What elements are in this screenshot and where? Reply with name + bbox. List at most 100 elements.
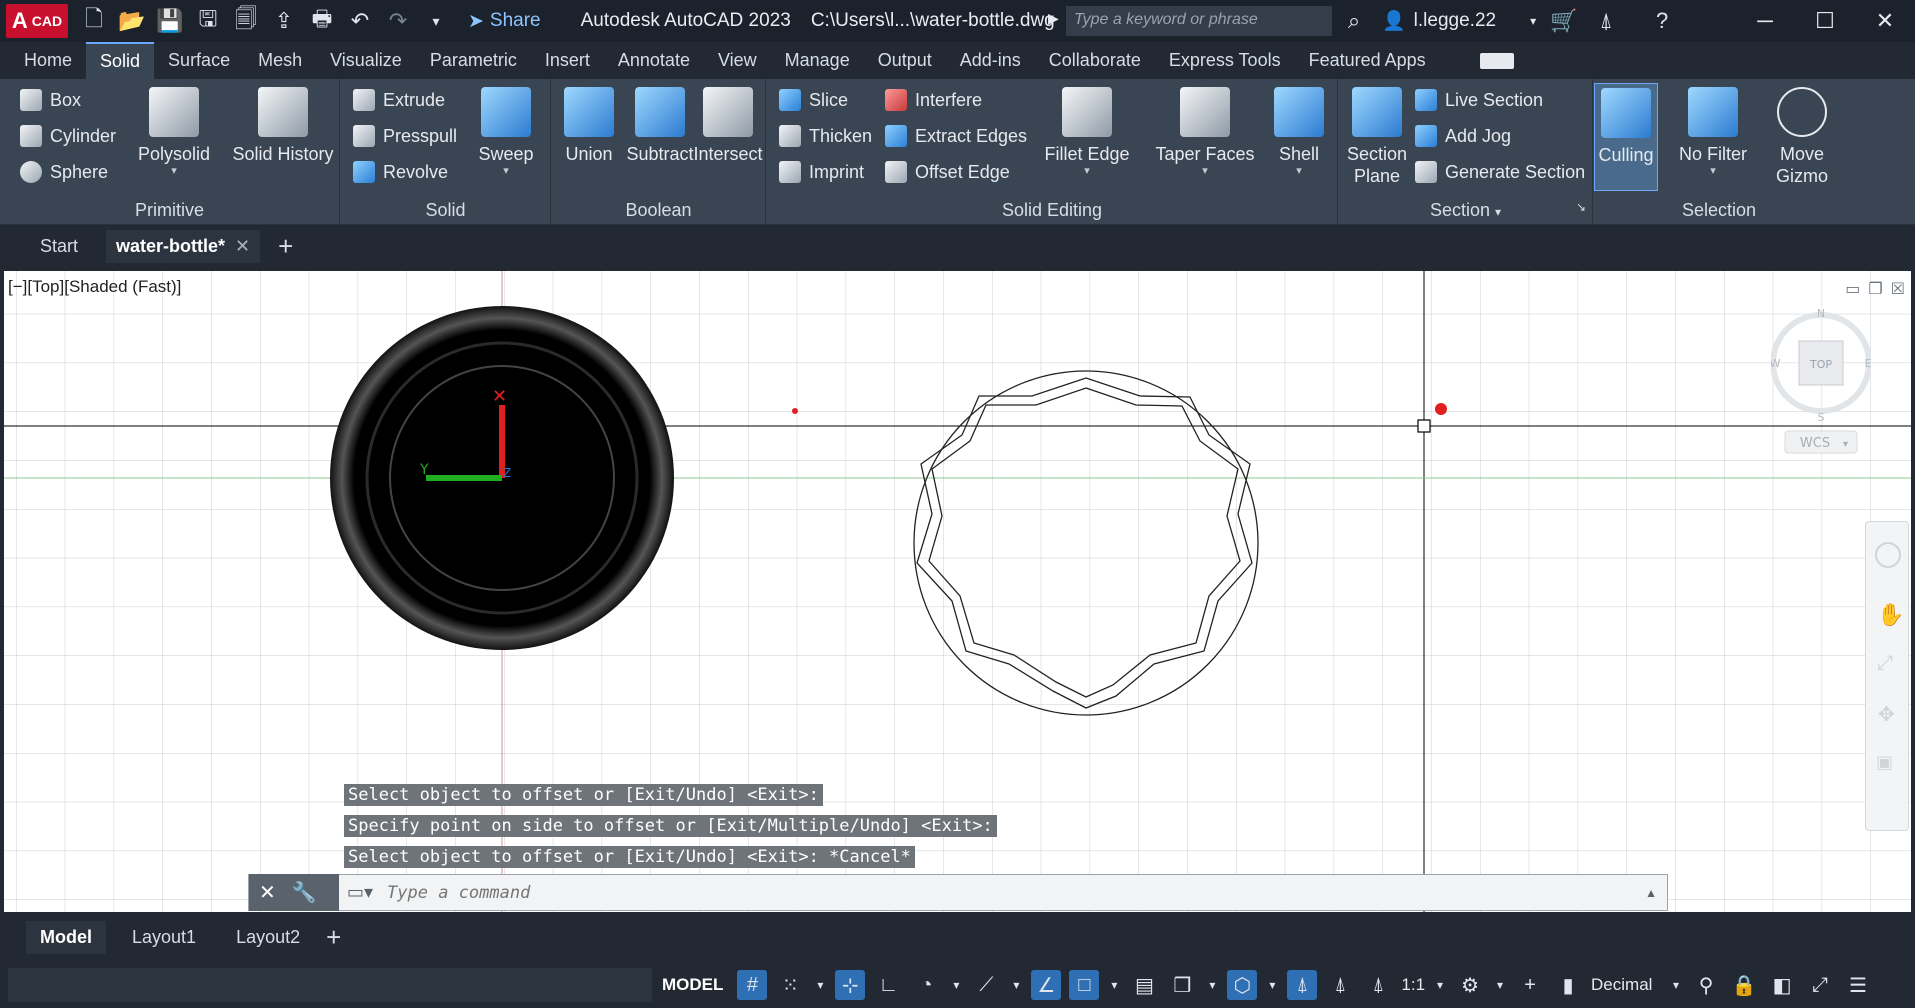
dialog-launcher-icon[interactable]: ↘ <box>1576 200 1586 214</box>
redo-icon[interactable]: ↷ <box>384 7 412 35</box>
ortho-mode-icon[interactable]: ∟ <box>873 970 903 1000</box>
close-icon[interactable]: ✕ <box>235 236 250 256</box>
tab-home[interactable]: Home <box>10 42 86 79</box>
solid-history-button[interactable]: Solid History <box>228 87 338 165</box>
infer-constraints-icon[interactable]: ⊹ <box>835 970 866 1000</box>
isolate-objects-icon[interactable]: ◧ <box>1767 970 1797 1000</box>
tab-start[interactable]: Start <box>30 230 88 263</box>
tab-model[interactable]: Model <box>26 920 106 954</box>
maximize-icon[interactable]: ☐ <box>1795 0 1855 42</box>
interfere-button[interactable]: Interfere <box>885 89 982 111</box>
chevron-down-icon[interactable]: ▾ <box>1009 970 1023 1000</box>
tab-add-ins[interactable]: Add-ins <box>946 42 1035 79</box>
workspace-gear-icon[interactable]: ⚙ <box>1455 970 1485 1000</box>
chevron-down-icon[interactable]: ▾ <box>1107 970 1121 1000</box>
tab-layout2[interactable]: Layout2 <box>222 921 314 954</box>
plot-icon[interactable]: 🖶 <box>308 6 336 35</box>
transparency-icon[interactable]: ▤ <box>1129 970 1159 1000</box>
auto-scale-icon[interactable]: ⍋ <box>1325 970 1355 1000</box>
save-icon[interactable]: 💾 <box>156 7 184 35</box>
move-gizmo-button[interactable]: Move Gizmo <box>1762 87 1842 187</box>
imprint-button[interactable]: Imprint <box>779 161 864 183</box>
clean-screen-icon[interactable]: ⤢ <box>1805 970 1835 1000</box>
help-icon[interactable]: ? <box>1648 7 1676 35</box>
viewport-close-icon[interactable]: ☒ <box>1891 279 1905 299</box>
showmotion-icon[interactable]: ▣ <box>1876 752 1893 773</box>
isometric-drafting-icon[interactable]: ⟋ <box>971 970 1001 1000</box>
lock-ui-icon[interactable]: 🔒 <box>1729 970 1759 1000</box>
customize-wrench-icon[interactable]: 🔧 <box>292 880 317 905</box>
open-web-icon[interactable]: 🗐 <box>232 6 260 35</box>
new-tab-plus-icon[interactable]: + <box>278 231 293 262</box>
box-button[interactable]: Box <box>20 89 81 111</box>
cart-icon[interactable]: 🛒 <box>1550 7 1578 35</box>
open-folder-icon[interactable]: 📂 <box>118 7 146 35</box>
tab-express-tools[interactable]: Express Tools <box>1155 42 1295 79</box>
tab-solid[interactable]: Solid <box>86 42 155 79</box>
model-space-button[interactable]: MODEL <box>656 971 729 999</box>
tab-insert[interactable]: Insert <box>531 42 604 79</box>
slice-button[interactable]: Slice <box>779 89 848 111</box>
extrude-button[interactable]: Extrude <box>353 89 445 111</box>
object-snap-icon[interactable]: □ <box>1069 970 1100 1000</box>
tab-manage[interactable]: Manage <box>771 42 864 79</box>
annotation-scale-icon[interactable]: ⍋ <box>1363 970 1393 1000</box>
annotation-visibility-icon[interactable]: ⍋ <box>1287 970 1318 1000</box>
culling-button[interactable]: Culling <box>1594 83 1658 191</box>
tab-parametric[interactable]: Parametric <box>416 42 531 79</box>
ribbon-minimize-icon[interactable] <box>1479 52 1514 69</box>
search-icon[interactable]: ⌕ <box>1340 7 1368 35</box>
tab-view[interactable]: View <box>704 42 771 79</box>
search-input[interactable]: Type a keyword or phrase <box>1066 6 1332 36</box>
cylinder-button[interactable]: Cylinder <box>20 125 116 147</box>
grid-display-icon[interactable]: # <box>737 970 768 1000</box>
chevron-down-icon[interactable]: ▾ <box>1433 970 1447 1000</box>
chevron-down-icon[interactable]: ▾ <box>1265 970 1279 1000</box>
minimize-icon[interactable]: ─ <box>1735 0 1795 42</box>
quick-properties-icon[interactable]: ⚲ <box>1691 970 1721 1000</box>
tab-surface[interactable]: Surface <box>154 42 244 79</box>
tab-output[interactable]: Output <box>864 42 946 79</box>
thicken-button[interactable]: Thicken <box>779 125 872 147</box>
chevron-down-icon[interactable]: ▾ <box>949 970 963 1000</box>
chevron-down-icon[interactable]: ▾ <box>1493 970 1507 1000</box>
new-layout-plus-icon[interactable]: + <box>326 922 341 953</box>
section-plane-button[interactable]: Section Plane <box>1345 87 1409 187</box>
chevron-down-icon[interactable]: ▾ <box>1669 970 1683 1000</box>
subtract-button[interactable]: Subtract <box>620 87 700 165</box>
customize-dropdown-icon[interactable]: ▾ <box>422 7 450 35</box>
generate-section-button[interactable]: Generate Section <box>1415 161 1585 183</box>
extract-edges-button[interactable]: Extract Edges <box>885 125 1027 147</box>
save-web-icon[interactable]: ⇪ <box>270 7 298 35</box>
panel-title-section[interactable]: Section ▾ ↘ <box>1339 200 1592 221</box>
viewport-restore-icon[interactable]: ❐ <box>1868 279 1882 299</box>
shell-button[interactable]: Shell ▾ <box>1267 87 1331 177</box>
tab-mesh[interactable]: Mesh <box>244 42 316 79</box>
selection-cycling-icon[interactable]: ❒ <box>1167 970 1197 1000</box>
drawing-canvas[interactable]: ✕ Y Z [−][Top][Shaded (Fast)] ▭ ❐ ☒ TOP … <box>4 271 1911 912</box>
orbit-icon[interactable]: ✥ <box>1878 702 1895 727</box>
tab-visualize[interactable]: Visualize <box>316 42 416 79</box>
presspull-button[interactable]: Presspull <box>353 125 457 147</box>
command-input[interactable] <box>373 882 1646 903</box>
offset-edge-button[interactable]: Offset Edge <box>885 161 1010 183</box>
tab-water-bottle[interactable]: water-bottle* ✕ <box>106 229 261 263</box>
snap-mode-icon[interactable]: ⁙ <box>775 970 805 1000</box>
tab-collaborate[interactable]: Collaborate <box>1035 42 1155 79</box>
zoom-extents-icon[interactable]: ⤢ <box>1877 652 1893 675</box>
close-command-line-icon[interactable]: ✕ <box>259 880 276 905</box>
command-history-up-icon[interactable]: ▲ <box>1645 886 1667 900</box>
tab-layout1[interactable]: Layout1 <box>118 921 210 954</box>
customization-menu-icon[interactable]: ☰ <box>1843 970 1873 1000</box>
close-icon[interactable]: ✕ <box>1855 0 1915 42</box>
viewcube[interactable]: TOP N S E W WCS ▾ <box>1770 301 1872 466</box>
sweep-button[interactable]: Sweep ▾ <box>471 87 541 177</box>
chevron-down-icon[interactable]: ▾ <box>1205 970 1219 1000</box>
polar-tracking-icon[interactable]: ◔ <box>911 970 941 1000</box>
3d-object-snap-icon[interactable]: ⬡ <box>1227 970 1258 1000</box>
chevron-down-icon[interactable]: ▾ <box>813 970 827 1000</box>
app-menu-button[interactable]: A CAD <box>6 4 68 38</box>
user-account[interactable]: 👤 l.legge.22 ▾ <box>1382 9 1536 33</box>
sphere-button[interactable]: Sphere <box>20 161 108 183</box>
annotation-monitor-plus-icon[interactable]: + <box>1515 970 1545 1000</box>
